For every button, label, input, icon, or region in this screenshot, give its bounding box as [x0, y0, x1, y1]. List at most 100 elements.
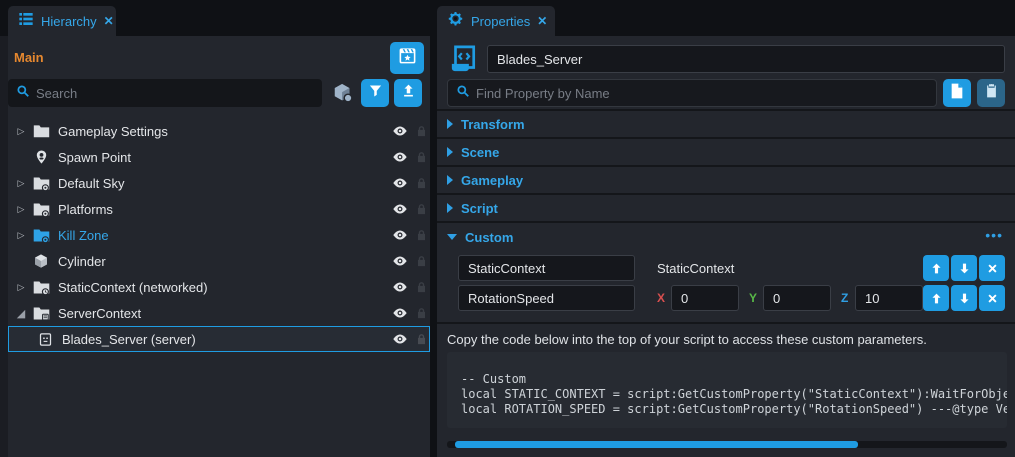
- tree-row[interactable]: ▷ Platforms: [8, 196, 430, 222]
- paste-properties-button[interactable]: [977, 79, 1005, 107]
- gear-icon: [447, 10, 464, 32]
- move-up-button[interactable]: [923, 255, 949, 281]
- expand-arrow-icon[interactable]: ▷: [12, 178, 30, 189]
- arrow-down-icon: [958, 292, 971, 305]
- lock-icon[interactable]: [415, 254, 428, 271]
- code-line: local ROTATION_SPEED = script:GetCustomP…: [461, 402, 1007, 417]
- lock-icon[interactable]: [415, 150, 428, 167]
- tree-item-label: ServerContext: [58, 306, 141, 321]
- custom-prop-value[interactable]: StaticContext: [657, 261, 734, 276]
- expand-arrow-icon[interactable]: ▷: [12, 126, 30, 137]
- eye-icon[interactable]: [392, 123, 408, 142]
- hierarchy-search[interactable]: [8, 79, 322, 107]
- clipboard-icon: [985, 83, 998, 103]
- close-icon[interactable]: ✕: [104, 14, 114, 28]
- expand-arrow-icon[interactable]: ▷: [12, 230, 30, 241]
- chevron-right-icon: [447, 119, 453, 129]
- search-icon: [16, 84, 30, 103]
- scenes-button[interactable]: [390, 42, 424, 74]
- network-cube-icon[interactable]: [332, 82, 354, 109]
- lock-icon[interactable]: [415, 306, 428, 323]
- tree-row[interactable]: ▷ StaticContext (networked): [8, 274, 430, 300]
- tree-row[interactable]: Cylinder: [8, 248, 430, 274]
- tree-item-label: StaticContext (networked): [58, 280, 208, 295]
- editor-window: Hierarchy ✕ Main: [0, 0, 1015, 457]
- spawn-point-icon: [30, 149, 52, 165]
- more-options-icon[interactable]: •••: [985, 227, 1003, 243]
- tab-properties[interactable]: Properties ✕: [437, 6, 555, 36]
- tree-item-label: Cylinder: [58, 254, 106, 269]
- x-icon: [986, 292, 999, 305]
- section-label: Gameplay: [461, 173, 523, 188]
- eye-icon[interactable]: [392, 253, 408, 272]
- property-search[interactable]: [447, 79, 937, 107]
- object-name-input[interactable]: [487, 45, 1005, 73]
- property-search-input[interactable]: [476, 86, 928, 101]
- folder-gear-icon: [30, 228, 52, 243]
- folder-gear-icon: [30, 202, 52, 217]
- section-custom[interactable]: Custom •••: [437, 223, 1015, 251]
- eye-icon[interactable]: [392, 227, 408, 246]
- lock-icon[interactable]: [415, 202, 428, 219]
- tree-row[interactable]: ◢ ServerContext: [8, 300, 430, 326]
- section-label: Script: [461, 201, 498, 216]
- lock-icon[interactable]: [415, 176, 428, 193]
- move-up-button[interactable]: [923, 285, 949, 311]
- x-value-input[interactable]: [671, 285, 739, 311]
- hierarchy-search-input[interactable]: [36, 86, 314, 101]
- copy-properties-button[interactable]: [943, 79, 971, 107]
- cube-icon: [30, 253, 52, 269]
- section-script[interactable]: Script: [437, 195, 1015, 223]
- eye-icon[interactable]: [392, 279, 408, 298]
- move-down-button[interactable]: [951, 255, 977, 281]
- custom-prop-name-input[interactable]: [458, 255, 635, 281]
- lock-icon[interactable]: [415, 124, 428, 141]
- scrollbar-thumb[interactable]: [455, 441, 858, 448]
- tree-row[interactable]: ▷ Gameplay Settings: [8, 118, 430, 144]
- arrow-down-icon: [958, 262, 971, 275]
- tab-hierarchy[interactable]: Hierarchy ✕: [8, 6, 116, 36]
- folder-icon: [30, 124, 52, 138]
- section-gameplay[interactable]: Gameplay: [437, 167, 1015, 195]
- lock-icon[interactable]: [415, 332, 428, 349]
- section-scene[interactable]: Scene: [437, 139, 1015, 167]
- section-label: Transform: [461, 117, 525, 132]
- arrow-up-icon: [401, 83, 416, 103]
- filter-button[interactable]: [361, 79, 389, 107]
- custom-prop-name-input[interactable]: [458, 285, 635, 311]
- tree-item-label: Blades_Server (server): [62, 332, 196, 347]
- tree-row[interactable]: ▷ Default Sky: [8, 170, 430, 196]
- hierarchy-list-icon: [18, 11, 34, 32]
- move-down-button[interactable]: [951, 285, 977, 311]
- code-line: -- Custom: [461, 372, 1007, 387]
- horizontal-scrollbar[interactable]: [447, 441, 1007, 448]
- tree-row[interactable]: Spawn Point: [8, 144, 430, 170]
- lock-icon[interactable]: [415, 228, 428, 245]
- tree-row-selected[interactable]: Blades_Server (server): [8, 326, 430, 352]
- divider: [437, 322, 1015, 324]
- expand-arrow-icon[interactable]: ▷: [12, 282, 30, 293]
- z-value-input[interactable]: [855, 285, 923, 311]
- eye-icon[interactable]: [392, 175, 408, 194]
- eye-icon[interactable]: [392, 149, 408, 168]
- x-axis-label: X: [657, 291, 665, 305]
- y-value-input[interactable]: [763, 285, 831, 311]
- delete-button[interactable]: [979, 255, 1005, 281]
- section-transform[interactable]: Transform: [437, 111, 1015, 139]
- eye-icon[interactable]: [392, 305, 408, 324]
- chevron-right-icon: [447, 175, 453, 185]
- expand-arrow-icon[interactable]: ▷: [12, 204, 30, 215]
- custom-help-text: Copy the code below into the top of your…: [447, 332, 927, 347]
- eye-icon[interactable]: [392, 201, 408, 220]
- tree-row[interactable]: ▷ Kill Zone: [8, 222, 430, 248]
- code-snippet: -- Custom local STATIC_CONTEXT = script:…: [447, 352, 1007, 428]
- lock-icon[interactable]: [415, 280, 428, 297]
- search-icon: [456, 84, 470, 103]
- collapse-all-button[interactable]: [394, 79, 422, 107]
- delete-button[interactable]: [979, 285, 1005, 311]
- eye-icon[interactable]: [392, 331, 408, 350]
- section-label: Scene: [461, 145, 499, 160]
- close-icon[interactable]: ✕: [537, 14, 547, 28]
- context-label: Main: [14, 50, 44, 65]
- collapse-arrow-icon[interactable]: ◢: [12, 307, 30, 320]
